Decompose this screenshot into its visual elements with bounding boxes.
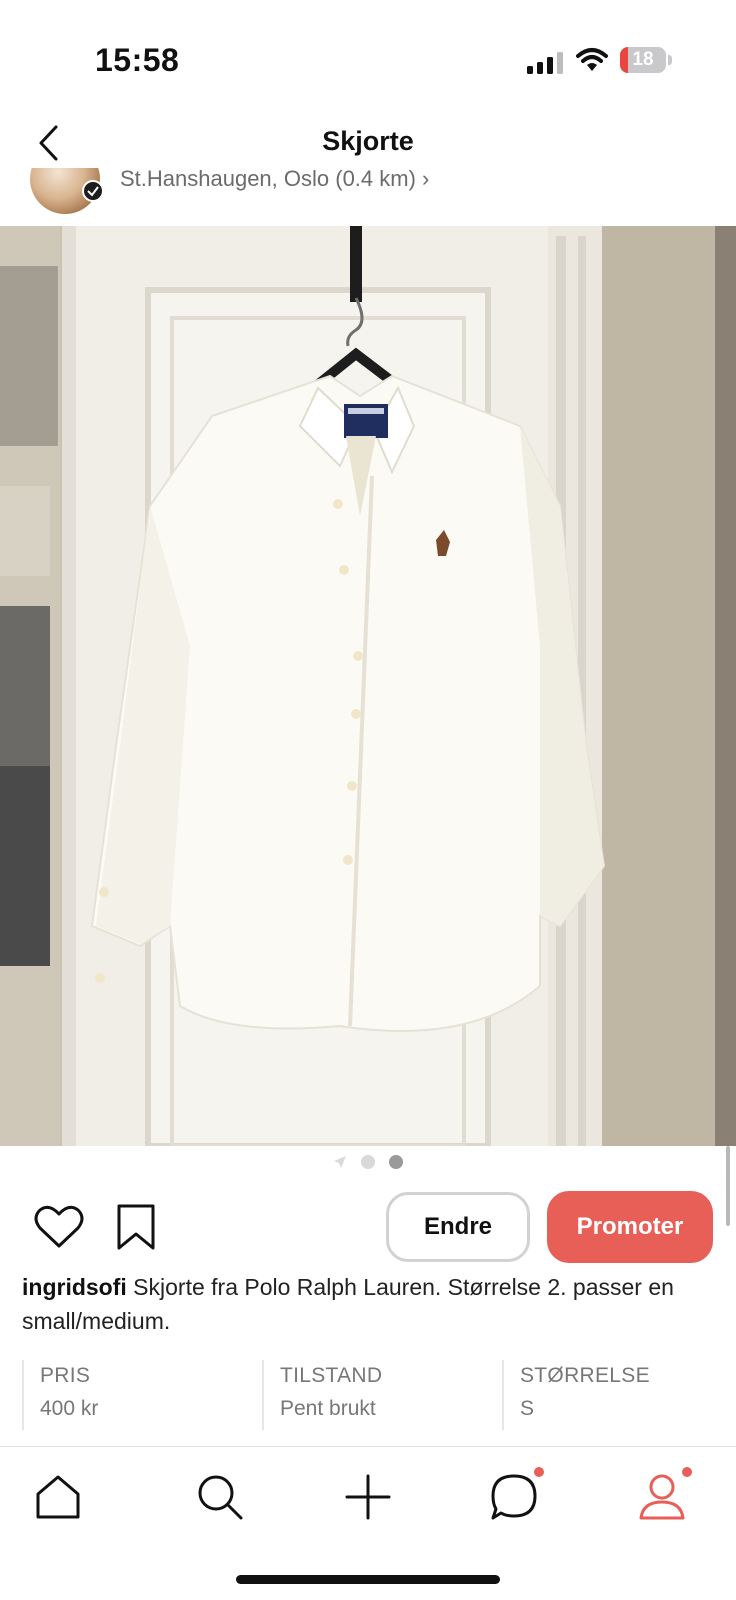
verified-check-icon [82,180,104,202]
promote-button[interactable]: Promoter [547,1191,713,1263]
status-time: 15:58 [95,42,180,78]
battery-percentage: 18 [632,49,654,70]
seller-location[interactable]: St.Hanshaugen, Oslo (0.4 km) › [120,168,429,192]
cellular-signal-icon [527,52,563,74]
tab-home[interactable] [28,1467,88,1527]
listing-details: PRIS 400 kr TILSTAND Pent brukt STØRRELS… [22,1360,722,1430]
detail-value: 400 kr [40,1397,99,1420]
gallery-dot-active[interactable] [389,1155,403,1169]
home-indicator[interactable] [236,1575,500,1584]
notification-badge [680,1465,694,1479]
detail-condition: TILSTAND Pent brukt [262,1360,502,1430]
wifi-icon [576,48,608,71]
home-icon [36,1475,80,1519]
tab-add[interactable] [338,1467,398,1527]
detail-label: STØRRELSE [520,1364,650,1387]
seller-username[interactable]: ingridsofi [22,1274,127,1300]
heart-icon [34,1205,84,1248]
seller-strip[interactable]: St.Hanshaugen, Oslo (0.4 km) › [0,168,736,226]
plus-icon [345,1474,391,1520]
tab-bar [0,1447,736,1557]
tab-messages[interactable] [484,1465,546,1527]
detail-value: S [520,1397,535,1420]
detail-size: STØRRELSE S [502,1360,722,1430]
gallery-pagination [0,1152,736,1172]
tab-profile[interactable] [632,1465,694,1527]
bookmark-icon [117,1204,155,1250]
notification-badge [532,1465,546,1479]
detail-value: Pent brukt [280,1397,376,1420]
edit-button[interactable]: Endre [386,1192,530,1262]
battery-icon: 18 [620,47,672,73]
location-arrow-icon [334,1156,346,1168]
status-bar: 15:58 18 [0,0,736,110]
tab-search[interactable] [190,1467,250,1527]
profile-icon [639,1474,685,1520]
shirt-photo-illustration [0,226,736,1146]
page-title: Skjorte [322,126,414,156]
gallery-dot[interactable] [361,1155,375,1169]
listing-description: ingridsofi Skjorte fra Polo Ralph Lauren… [22,1270,712,1338]
detail-price: PRIS 400 kr [22,1360,262,1430]
search-icon [198,1475,243,1520]
action-row: Endre Promoter [0,1188,736,1268]
like-button[interactable] [34,1204,84,1250]
chat-bubble-icon [491,1474,537,1520]
detail-label: TILSTAND [280,1364,383,1387]
product-photo[interactable] [0,226,736,1146]
detail-label: PRIS [40,1364,91,1387]
save-button[interactable] [113,1202,159,1252]
